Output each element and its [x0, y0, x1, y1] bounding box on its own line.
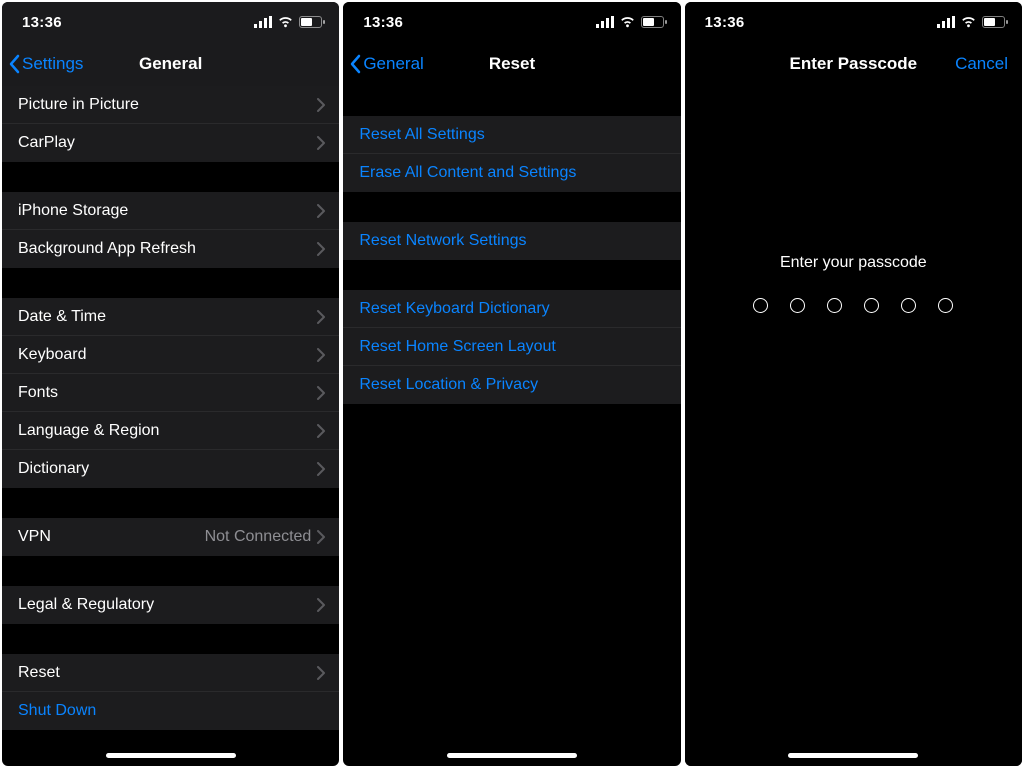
- screen-general: 13:36 Settings General Picture in Pictur…: [2, 2, 339, 766]
- reset-content: Reset All Settings Erase All Content and…: [343, 86, 680, 766]
- row-label: Background App Refresh: [18, 240, 317, 258]
- row-label: Keyboard: [18, 346, 317, 364]
- row-label: Date & Time: [18, 308, 317, 326]
- chevron-right-icon: [317, 204, 325, 218]
- row-label: Fonts: [18, 384, 317, 402]
- nav-bar: Settings General: [2, 42, 339, 86]
- status-time: 13:36: [22, 14, 62, 31]
- row-label: Reset: [18, 664, 317, 682]
- home-indicator[interactable]: [447, 753, 577, 758]
- status-indicators: [596, 16, 667, 28]
- row-legal-regulatory[interactable]: Legal & Regulatory: [2, 586, 339, 624]
- passcode-dot: [901, 298, 916, 313]
- row-detail-value: Not Connected: [205, 528, 312, 546]
- chevron-right-icon: [317, 530, 325, 544]
- chevron-right-icon: [317, 424, 325, 438]
- row-shut-down[interactable]: Shut Down: [2, 692, 339, 730]
- chevron-right-icon: [317, 386, 325, 400]
- chevron-right-icon: [317, 310, 325, 324]
- row-picture-in-picture[interactable]: Picture in Picture: [2, 86, 339, 124]
- status-bar: 13:36: [2, 2, 339, 42]
- row-reset-keyboard-dictionary[interactable]: Reset Keyboard Dictionary: [343, 290, 680, 328]
- row-fonts[interactable]: Fonts: [2, 374, 339, 412]
- back-label: Settings: [22, 54, 83, 74]
- chevron-left-icon: [349, 54, 361, 74]
- row-reset-location-privacy[interactable]: Reset Location & Privacy: [343, 366, 680, 404]
- status-indicators: [254, 16, 325, 28]
- general-content: Picture in Picture CarPlay iPhone Storag…: [2, 86, 339, 766]
- row-label: iPhone Storage: [18, 202, 317, 220]
- passcode-dot: [864, 298, 879, 313]
- nav-bar: General Reset: [343, 42, 680, 86]
- cancel-button[interactable]: Cancel: [955, 54, 1008, 74]
- wifi-icon: [277, 16, 294, 28]
- row-reset-all-settings[interactable]: Reset All Settings: [343, 116, 680, 154]
- passcode-dot: [790, 298, 805, 313]
- chevron-right-icon: [317, 242, 325, 256]
- cellular-icon: [596, 16, 614, 28]
- status-bar: 13:36: [685, 2, 1022, 42]
- cellular-icon: [937, 16, 955, 28]
- nav-bar: Enter Passcode Cancel: [685, 42, 1022, 86]
- home-indicator[interactable]: [788, 753, 918, 758]
- back-button-general[interactable]: General: [349, 54, 423, 74]
- row-label: Shut Down: [18, 702, 325, 720]
- nav-title-general: General: [139, 54, 202, 74]
- wifi-icon: [960, 16, 977, 28]
- passcode-dots[interactable]: [753, 298, 953, 313]
- row-label: Picture in Picture: [18, 96, 317, 114]
- status-time: 13:36: [705, 14, 745, 31]
- row-reset[interactable]: Reset: [2, 654, 339, 692]
- row-date-time[interactable]: Date & Time: [2, 298, 339, 336]
- row-label: Dictionary: [18, 460, 317, 478]
- chevron-right-icon: [317, 598, 325, 612]
- row-label: Language & Region: [18, 422, 317, 440]
- chevron-right-icon: [317, 348, 325, 362]
- battery-icon: [982, 16, 1008, 28]
- row-background-app-refresh[interactable]: Background App Refresh: [2, 230, 339, 268]
- home-indicator[interactable]: [106, 753, 236, 758]
- row-label: Reset Keyboard Dictionary: [359, 300, 666, 318]
- wifi-icon: [619, 16, 636, 28]
- nav-title-reset: Reset: [489, 54, 535, 74]
- status-indicators: [937, 16, 1008, 28]
- passcode-prompt: Enter your passcode: [780, 254, 927, 272]
- passcode-dot: [938, 298, 953, 313]
- row-erase-all-content[interactable]: Erase All Content and Settings: [343, 154, 680, 192]
- row-label: Legal & Regulatory: [18, 596, 317, 614]
- screen-reset: 13:36 General Reset Reset All Settings E…: [343, 2, 680, 766]
- row-label: Reset Location & Privacy: [359, 376, 666, 394]
- row-iphone-storage[interactable]: iPhone Storage: [2, 192, 339, 230]
- chevron-right-icon: [317, 462, 325, 476]
- row-label: CarPlay: [18, 134, 317, 152]
- row-reset-network-settings[interactable]: Reset Network Settings: [343, 222, 680, 260]
- row-label: Erase All Content and Settings: [359, 164, 666, 182]
- passcode-area: Enter your passcode: [685, 86, 1022, 766]
- back-label: General: [363, 54, 423, 74]
- status-time: 13:36: [363, 14, 403, 31]
- nav-title-enter-passcode: Enter Passcode: [790, 54, 918, 74]
- row-language-region[interactable]: Language & Region: [2, 412, 339, 450]
- row-label: Reset All Settings: [359, 126, 666, 144]
- battery-icon: [299, 16, 325, 28]
- chevron-left-icon: [8, 54, 20, 74]
- row-label: Reset Network Settings: [359, 232, 666, 250]
- chevron-right-icon: [317, 666, 325, 680]
- passcode-dot: [827, 298, 842, 313]
- chevron-right-icon: [317, 136, 325, 150]
- row-dictionary[interactable]: Dictionary: [2, 450, 339, 488]
- status-bar: 13:36: [343, 2, 680, 42]
- row-label: VPN: [18, 528, 205, 546]
- cellular-icon: [254, 16, 272, 28]
- back-button-settings[interactable]: Settings: [8, 54, 83, 74]
- row-keyboard[interactable]: Keyboard: [2, 336, 339, 374]
- screen-enter-passcode: 13:36 Enter Passcode Cancel Enter your p…: [685, 2, 1022, 766]
- row-reset-home-screen-layout[interactable]: Reset Home Screen Layout: [343, 328, 680, 366]
- passcode-dot: [753, 298, 768, 313]
- chevron-right-icon: [317, 98, 325, 112]
- row-label: Reset Home Screen Layout: [359, 338, 666, 356]
- row-carplay[interactable]: CarPlay: [2, 124, 339, 162]
- battery-icon: [641, 16, 667, 28]
- row-vpn[interactable]: VPN Not Connected: [2, 518, 339, 556]
